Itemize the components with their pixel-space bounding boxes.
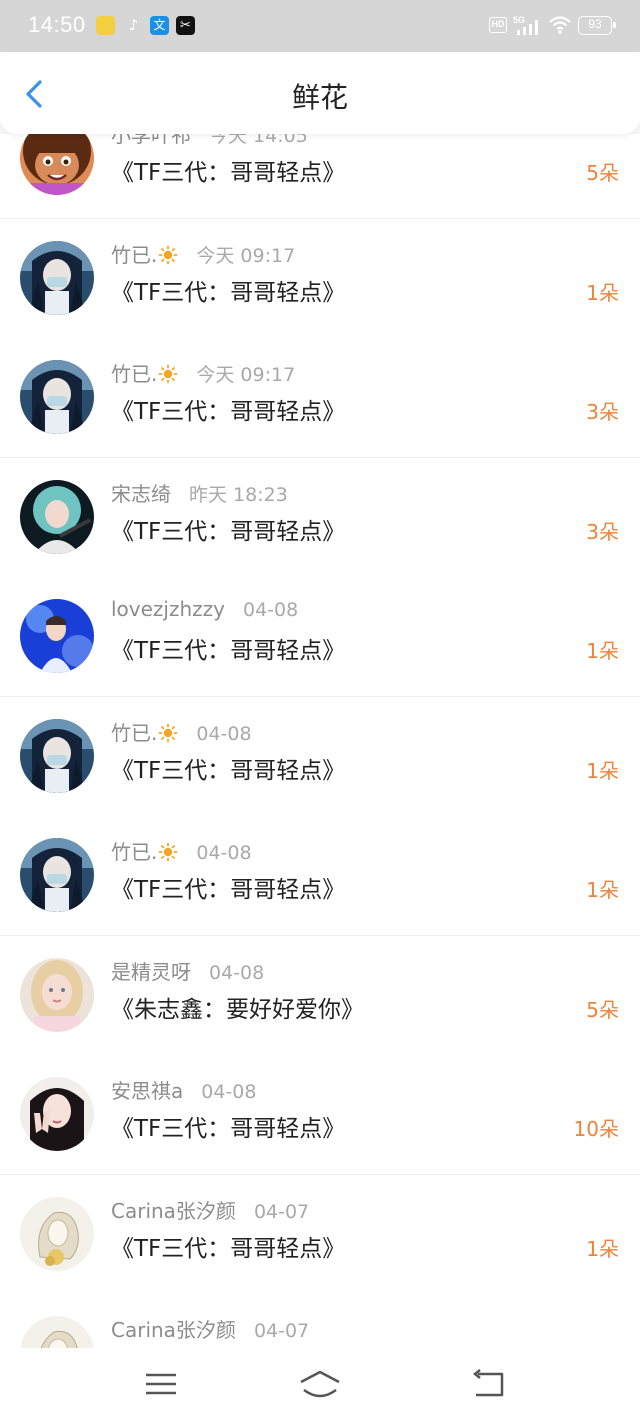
list-item[interactable]: 宋志绮 昨天 18:23 《TF三代：哥哥轻点》 3朵: [0, 457, 640, 578]
avatar[interactable]: [20, 957, 94, 1032]
work-title[interactable]: 《TF三代：哥哥轻点》: [111, 1229, 345, 1263]
hd-badge: HD: [489, 17, 507, 33]
network-label: 5G: [513, 15, 525, 25]
sun-icon: [157, 245, 178, 267]
home-icon[interactable]: [298, 1368, 342, 1400]
flower-count: 3朵: [586, 519, 619, 544]
avatar[interactable]: [20, 599, 94, 673]
avatar[interactable]: [20, 838, 94, 912]
capcut-icon: ✂: [176, 16, 195, 35]
sender-meta: 竹已. 今天 09:17: [111, 239, 295, 268]
sender-meta: 竹已. 今天 09:17: [111, 358, 295, 387]
flower-count: 10朵: [573, 1117, 619, 1141]
work-title[interactable]: 《TF三代：哥哥轻点》: [111, 870, 345, 904]
flower-count: 1朵: [586, 639, 619, 663]
sun-icon: [157, 842, 178, 864]
wifi-icon: [549, 16, 571, 34]
menu-icon[interactable]: [143, 1368, 179, 1400]
sender-name[interactable]: 宋志绮: [111, 482, 171, 506]
list-item[interactable]: Carina张汐颜 04-07 《TF三代：哥哥轻点》 1朵: [0, 1174, 640, 1295]
page-title: 鲜花: [291, 81, 348, 114]
timestamp: 今天 09:17: [196, 244, 296, 267]
avatar[interactable]: [20, 240, 94, 315]
signal-icon: 5G: [513, 15, 538, 35]
flower-count: 1朵: [586, 758, 619, 783]
sender-meta: lovezjzhzzy 04-08: [111, 597, 298, 621]
sender-meta: 竹已. 04-08: [111, 717, 252, 746]
flower-count: 1朵: [586, 878, 619, 902]
sender-meta: 是精灵呀 04-08: [111, 956, 264, 985]
list-item[interactable]: lovezjzhzzy 04-08 《TF三代：哥哥轻点》 1朵: [0, 577, 640, 697]
avatar[interactable]: [20, 479, 94, 554]
avatar[interactable]: [20, 1316, 94, 1348]
list-item[interactable]: 安思祺a 04-08 《TF三代：哥哥轻点》 10朵: [0, 1055, 640, 1175]
work-title[interactable]: 《TF三代：哥哥轻点》: [111, 273, 345, 307]
avatar[interactable]: [20, 360, 94, 434]
flower-count: 1朵: [586, 280, 619, 305]
timestamp: 今天 09:17: [196, 364, 296, 386]
flower-count: 3朵: [586, 400, 619, 424]
back-icon[interactable]: [470, 1368, 506, 1400]
flower-count: 1朵: [586, 1236, 619, 1261]
work-title[interactable]: 《TF三代：哥哥轻点》: [111, 153, 345, 187]
work-title[interactable]: 《TF三代：哥哥轻点》: [111, 1109, 345, 1143]
list-item[interactable]: 竹已. 04-08 《TF三代：哥哥轻点》 1朵: [0, 816, 640, 936]
system-nav-bar: [0, 1348, 640, 1422]
flower-record-list[interactable]: 小李吖祁 今天 14:05 《TF三代：哥哥轻点》 5朵 竹已. 今天 09:17 《TF三…: [0, 134, 640, 1348]
avatar[interactable]: [20, 134, 94, 195]
battery-indicator: 93: [578, 16, 616, 35]
work-title[interactable]: 《TF三代：哥哥轻点》: [111, 512, 345, 546]
translate-icon: 文: [150, 16, 169, 35]
sender-meta: 安思祺a 04-08: [111, 1075, 256, 1104]
avatar[interactable]: [20, 718, 94, 793]
status-bar: 14:50 ♪ 文 ✂ HD 5G 93: [0, 0, 640, 52]
sun-icon: [157, 364, 178, 386]
list-item[interactable]: 是精灵呀 04-08 《朱志鑫：要好好爱你》 5朵: [0, 935, 640, 1056]
sender-name[interactable]: Carina张汐颜: [111, 1318, 236, 1342]
sender-name[interactable]: 是精灵呀: [111, 960, 191, 984]
sender-name[interactable]: 竹已.: [111, 721, 157, 745]
timestamp: 今天 14:05: [209, 134, 308, 147]
sender-name[interactable]: 安思祺a: [111, 1079, 183, 1103]
avatar[interactable]: [20, 1196, 94, 1271]
sender-meta: 宋志绮 昨天 18:23: [111, 478, 288, 507]
list-item[interactable]: Carina张汐颜 04-07: [0, 1294, 640, 1348]
work-title[interactable]: 《TF三代：哥哥轻点》: [111, 631, 345, 665]
list-item[interactable]: 小李吖祁 今天 14:05 《TF三代：哥哥轻点》 5朵: [0, 134, 640, 219]
sender-name[interactable]: 竹已.: [111, 243, 157, 267]
sender-meta: 小李吖祁 今天 14:05: [111, 134, 308, 148]
timestamp: 04-07: [253, 1320, 310, 1342]
sender-meta: Carina张汐颜 04-07: [111, 1314, 309, 1343]
tiktok-icon: ♪: [128, 16, 139, 34]
list-item[interactable]: 竹已. 今天 09:17 《TF三代：哥哥轻点》 3朵: [0, 338, 640, 458]
timestamp: 04-08: [243, 599, 299, 621]
flower-count: 5朵: [586, 997, 619, 1022]
list-item[interactable]: 竹已. 04-08 《TF三代：哥哥轻点》 1朵: [0, 696, 640, 817]
sender-meta: Carina张汐颜 04-07: [111, 1195, 309, 1224]
timestamp: 04-08: [196, 722, 252, 745]
status-time: 14:50: [28, 12, 86, 37]
timestamp: 04-08: [196, 842, 252, 864]
flower-count: 5朵: [586, 161, 619, 185]
timestamp: 04-08: [201, 1081, 257, 1103]
sender-name[interactable]: 小李吖祁: [111, 134, 191, 147]
timestamp: 04-08: [209, 961, 265, 984]
work-title[interactable]: 《TF三代：哥哥轻点》: [111, 751, 345, 785]
app-notification-icon: [96, 16, 115, 35]
timestamp: 昨天 18:23: [189, 483, 288, 506]
timestamp: 04-07: [253, 1200, 310, 1223]
work-title[interactable]: 《朱志鑫：要好好爱你》: [111, 990, 364, 1024]
sender-meta: 竹已. 04-08: [111, 836, 252, 865]
sender-name[interactable]: 竹已.: [111, 362, 157, 386]
page-header: 鲜花: [0, 52, 640, 134]
work-title[interactable]: 《TF三代：哥哥轻点》: [111, 392, 345, 426]
sender-name[interactable]: 竹已.: [111, 840, 157, 864]
avatar[interactable]: [20, 1077, 94, 1151]
list-item[interactable]: 竹已. 今天 09:17 《TF三代：哥哥轻点》 1朵: [0, 218, 640, 339]
sender-name[interactable]: Carina张汐颜: [111, 1199, 236, 1223]
sun-icon: [157, 723, 178, 745]
sender-name[interactable]: lovezjzhzzy: [111, 597, 225, 621]
